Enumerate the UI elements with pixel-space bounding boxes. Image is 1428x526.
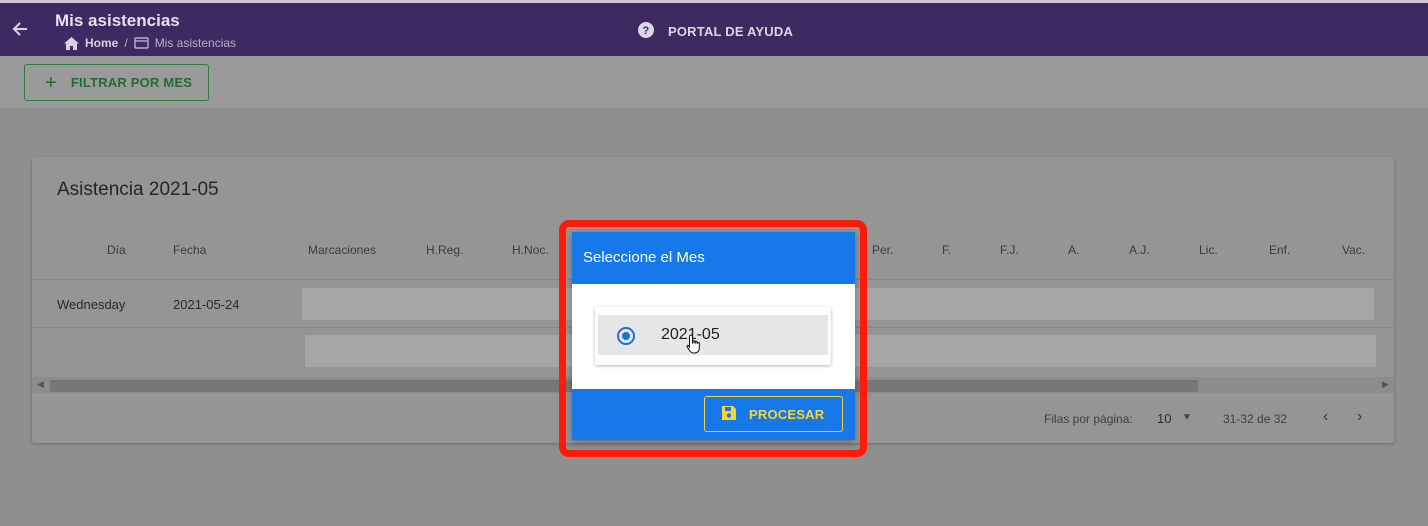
rows-per-page-label: Filas por página: bbox=[1044, 412, 1133, 426]
card-icon bbox=[133, 37, 149, 49]
column-header[interactable]: Enf. bbox=[1269, 243, 1290, 257]
column-header[interactable]: Vac. bbox=[1342, 243, 1365, 257]
rows-per-page-select[interactable]: 10 bbox=[1157, 411, 1171, 426]
column-header[interactable]: Per. bbox=[872, 243, 893, 257]
pagination-range: 31-32 de 32 bbox=[1223, 412, 1288, 426]
help-icon: ? bbox=[638, 22, 654, 41]
column-header[interactable]: A. bbox=[1068, 243, 1079, 257]
column-header[interactable]: F. bbox=[942, 243, 951, 257]
help-portal-link[interactable]: ? PORTAL DE AYUDA bbox=[638, 22, 793, 41]
column-header[interactable]: H.Reg. bbox=[426, 243, 463, 257]
filter-by-month-label: FILTRAR POR MES bbox=[70, 75, 193, 90]
column-header[interactable]: Día bbox=[107, 243, 126, 257]
home-icon bbox=[64, 36, 79, 50]
plus-icon: + bbox=[45, 71, 57, 94]
top-app-bar: Mis asistencias Home / Mis asistencias ?… bbox=[0, 0, 1428, 56]
caret-down-icon[interactable]: ▼ bbox=[1182, 412, 1192, 423]
prev-page-icon[interactable]: ‹ bbox=[1323, 408, 1328, 426]
page-title: Mis asistencias bbox=[55, 11, 180, 30]
back-arrow-icon[interactable] bbox=[10, 19, 30, 39]
breadcrumb-home[interactable]: Home bbox=[85, 36, 118, 50]
svg-text:?: ? bbox=[643, 25, 650, 37]
column-header[interactable]: A.J. bbox=[1129, 243, 1150, 257]
breadcrumb-current: Mis asistencias bbox=[154, 36, 237, 50]
cell-dia: Wednesday bbox=[57, 297, 126, 312]
help-portal-label: PORTAL DE AYUDA bbox=[668, 24, 794, 39]
breadcrumb: Home / Mis asistencias bbox=[64, 35, 236, 51]
breadcrumb-separator: / bbox=[124, 36, 128, 50]
column-header[interactable]: H.Noc. bbox=[512, 243, 549, 257]
column-header[interactable]: Fecha bbox=[173, 243, 206, 257]
highlight-frame bbox=[559, 220, 867, 457]
card-title: Asistencia 2021-05 bbox=[57, 179, 219, 200]
filter-by-month-button[interactable]: + FILTRAR POR MES bbox=[24, 64, 209, 101]
column-header[interactable]: Lic. bbox=[1199, 243, 1218, 257]
filter-toolbar bbox=[0, 56, 1428, 108]
scroll-left-icon[interactable]: ◀ bbox=[37, 379, 44, 390]
next-page-icon[interactable]: › bbox=[1357, 408, 1362, 426]
column-header[interactable]: Marcaciones bbox=[308, 243, 376, 257]
cell-fecha: 2021-05-24 bbox=[173, 297, 240, 312]
column-header[interactable]: F.J. bbox=[1000, 243, 1019, 257]
scroll-right-icon[interactable]: ▶ bbox=[1382, 379, 1389, 390]
